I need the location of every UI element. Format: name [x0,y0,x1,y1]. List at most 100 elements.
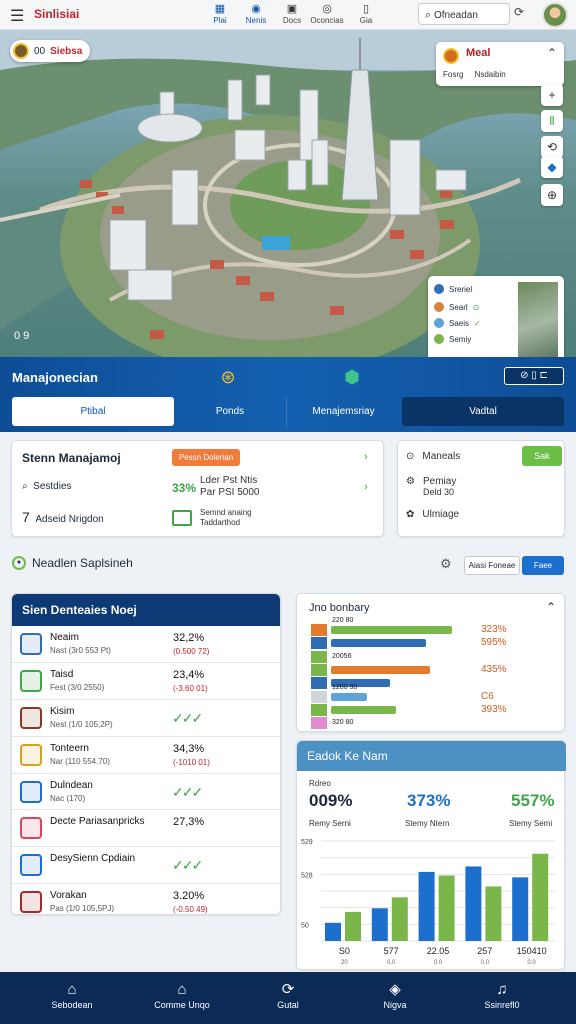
trend-up-icon: ✓✓✓ [172,783,203,800]
nav-tab-docs[interactable]: ▣ Docs [272,3,312,25]
column-bar[interactable] [371,908,388,941]
item-value: 3.20% [173,890,205,903]
refresh-icon[interactable]: ⟳ [514,5,524,19]
column-bar[interactable] [325,922,341,941]
nav-tab-plai[interactable]: ▦ Plai [200,3,240,25]
bar [331,665,430,674]
coin-icon[interactable]: ⊛ [216,367,240,391]
column-bar[interactable] [438,875,455,941]
x-tick-sublabel: 0.0 [481,960,490,966]
list-item[interactable]: Decte Pariasanpricks 27,3% [12,810,280,848]
y-tick-label: 50 [301,922,309,929]
column-bar[interactable] [532,853,549,941]
nav-tab-nenis[interactable]: ◉ Nenis [236,3,276,25]
x-tick-label: 577 [384,946,399,956]
column-bar[interactable] [345,911,361,941]
grid-icon: ▣ [286,3,298,15]
column-bar[interactable] [418,871,435,941]
leaf-icon: ● [12,556,26,570]
bar-percent: 595% [481,637,507,649]
cube-icon[interactable]: ⬢ [340,367,364,391]
toggle-swatch[interactable] [172,510,192,526]
tab-menajemsriay[interactable]: Menajemsriay [286,397,400,426]
bell-icon: ♫ [496,981,508,998]
city-aerial-map[interactable]: 00 Siebsa 0 9 Meal Fosrg Nsdaibin ⌃ + ⫴ … [0,30,576,357]
settings-icon: ⊙ [406,451,415,462]
item-name: Dulndean [50,779,93,791]
bottom-nav-gutal[interactable]: ⟳ Gutal [238,980,338,1010]
search-icon: ⌕ [425,9,432,21]
list-item[interactable]: Dulndean Nac (170) ✓✓✓ [12,774,280,811]
app-brand[interactable]: Sinlisiai [34,7,79,21]
item-value: 34,3% [173,742,205,755]
status-pill[interactable]: Pessn Dolerian [172,449,240,466]
chevron-right-icon[interactable]: › [364,451,368,463]
primary-action-button[interactable]: Faee [522,556,564,575]
bottom-nav-nigva[interactable]: ◈ Nigva [345,980,445,1010]
location-badge[interactable]: 00 Siebsa [10,40,91,62]
item-delta: (-0.50 49) [173,905,208,915]
district-emblem-icon [20,669,42,692]
panel-controls[interactable]: ⊘ ▯ ⊏ [504,367,564,385]
column-bar[interactable] [391,897,408,941]
bottom-nav-ssinrefl0[interactable]: ♫ Ssinrefl0 [452,980,552,1010]
nav-tab-gia[interactable]: ▯ Gia [346,3,386,25]
district-emblem-icon [20,854,42,877]
panel-title: Manajonecian [12,370,98,385]
bar-label: 20056 [332,652,352,660]
x-tick-label: 150410 [517,946,547,956]
item-delta: (-3.60 01) [173,683,208,693]
item-ulmiage[interactable]: ✿ Ulmiage [406,509,459,520]
filter-button[interactable]: Aiasi Foneae [464,556,520,575]
x-tick-sublabel: 0.0 [387,960,396,966]
action-button[interactable]: Sak [522,446,562,466]
settings-card: Sak ⊙ Maneals ⚙ Pemiay Deld 30 ✿ Ulmiage [397,440,565,537]
bar-label: 1200 30 [332,683,358,691]
list-item[interactable]: Taisd Fest (3/0 2550) 23,4% (-3.60 01) [12,663,280,700]
home-icon: ⌂ [67,981,77,998]
row-adseid[interactable]: 7 Adseid Nrigdon [22,509,104,525]
item-pemiay[interactable]: ⚙ Pemiay Deld 30 [406,476,456,498]
item-maneals[interactable]: ⊙ Maneals [406,451,460,462]
column-bar[interactable] [465,866,482,941]
bottom-nav-comme[interactable]: ⌂ Comme Unqo [132,980,232,1010]
x-tick-sublabel: 20 [341,960,348,966]
item-sub: Nar (110 554.70) [50,756,110,766]
summary-bar-card: Jno bonbary ⌃ 220 80 323% 595% 20056 435% 120… [296,593,565,732]
map-info-card[interactable]: Meal Fosrg Nsdaibin ⌃ [436,42,564,86]
chevron-right-icon[interactable]: › [364,481,368,493]
seven-icon: 7 [22,509,30,525]
item-value: 27,3% [173,816,205,829]
list-item[interactable]: Kisim Nest (1/0 105,2P) ✓✓✓ [12,700,280,737]
search-input[interactable]: ⌕ Ofneadan [418,3,510,25]
row-sestdies[interactable]: ⌕ Sestdies [22,481,72,492]
refresh-icon[interactable]: ⟲ [541,136,563,158]
district-emblem-icon [20,891,42,914]
tab-ptibal[interactable]: Ptibal [12,397,174,426]
column-bar[interactable] [485,886,502,941]
chevron-up-icon[interactable]: ⌃ [547,46,557,60]
list-item[interactable]: Vorakan Pas (1/0 105,5PJ) 3.20% (-0.50 49) [12,884,280,915]
tab-vadtal[interactable]: Vadtal [402,397,564,426]
chevron-up-icon[interactable]: ⌃ [546,600,556,614]
layers-icon[interactable]: ⫴ [541,110,563,132]
list-item[interactable]: DesySienn Cpdiain ✓✓✓ [12,847,280,885]
direction-button[interactable]: ⊕ [541,184,563,206]
bar-tag [311,650,327,663]
list-item[interactable]: Tonteern Nar (110 554.70) 34,3% (-1010 01) [12,737,280,774]
column-chart: 529 528 50 S0 20 577 0.0 22.05 0.0 257 0.0 150410 0.… [301,839,555,966]
district-emblem-icon [20,817,42,840]
hamburger-menu-icon[interactable]: ☰ [10,6,24,26]
legend-item: Sreriel [434,284,472,294]
bottom-nav-sebodean[interactable]: ⌂ Sebodean [22,980,122,1010]
list-item[interactable]: Neaim Nast (3r0 553 Pt) 32,2% (0.500 72) [12,626,280,663]
map-thumbnail[interactable] [518,282,558,357]
settings-icon[interactable]: ⚙ [440,556,452,572]
drop-icon[interactable]: ◆ [541,156,563,178]
column-bar[interactable] [512,877,529,941]
zoom-in-button[interactable]: + [541,84,563,106]
avatar[interactable] [542,2,568,28]
tab-ponds[interactable]: Ponds [176,397,284,426]
nav-tab-oconcias[interactable]: ◎ Oconcias [307,3,347,25]
top-bar: ☰ Sinlisiai ▦ Plai ◉ Nenis ▣ Docs ◎ Oconcias… [0,0,576,30]
